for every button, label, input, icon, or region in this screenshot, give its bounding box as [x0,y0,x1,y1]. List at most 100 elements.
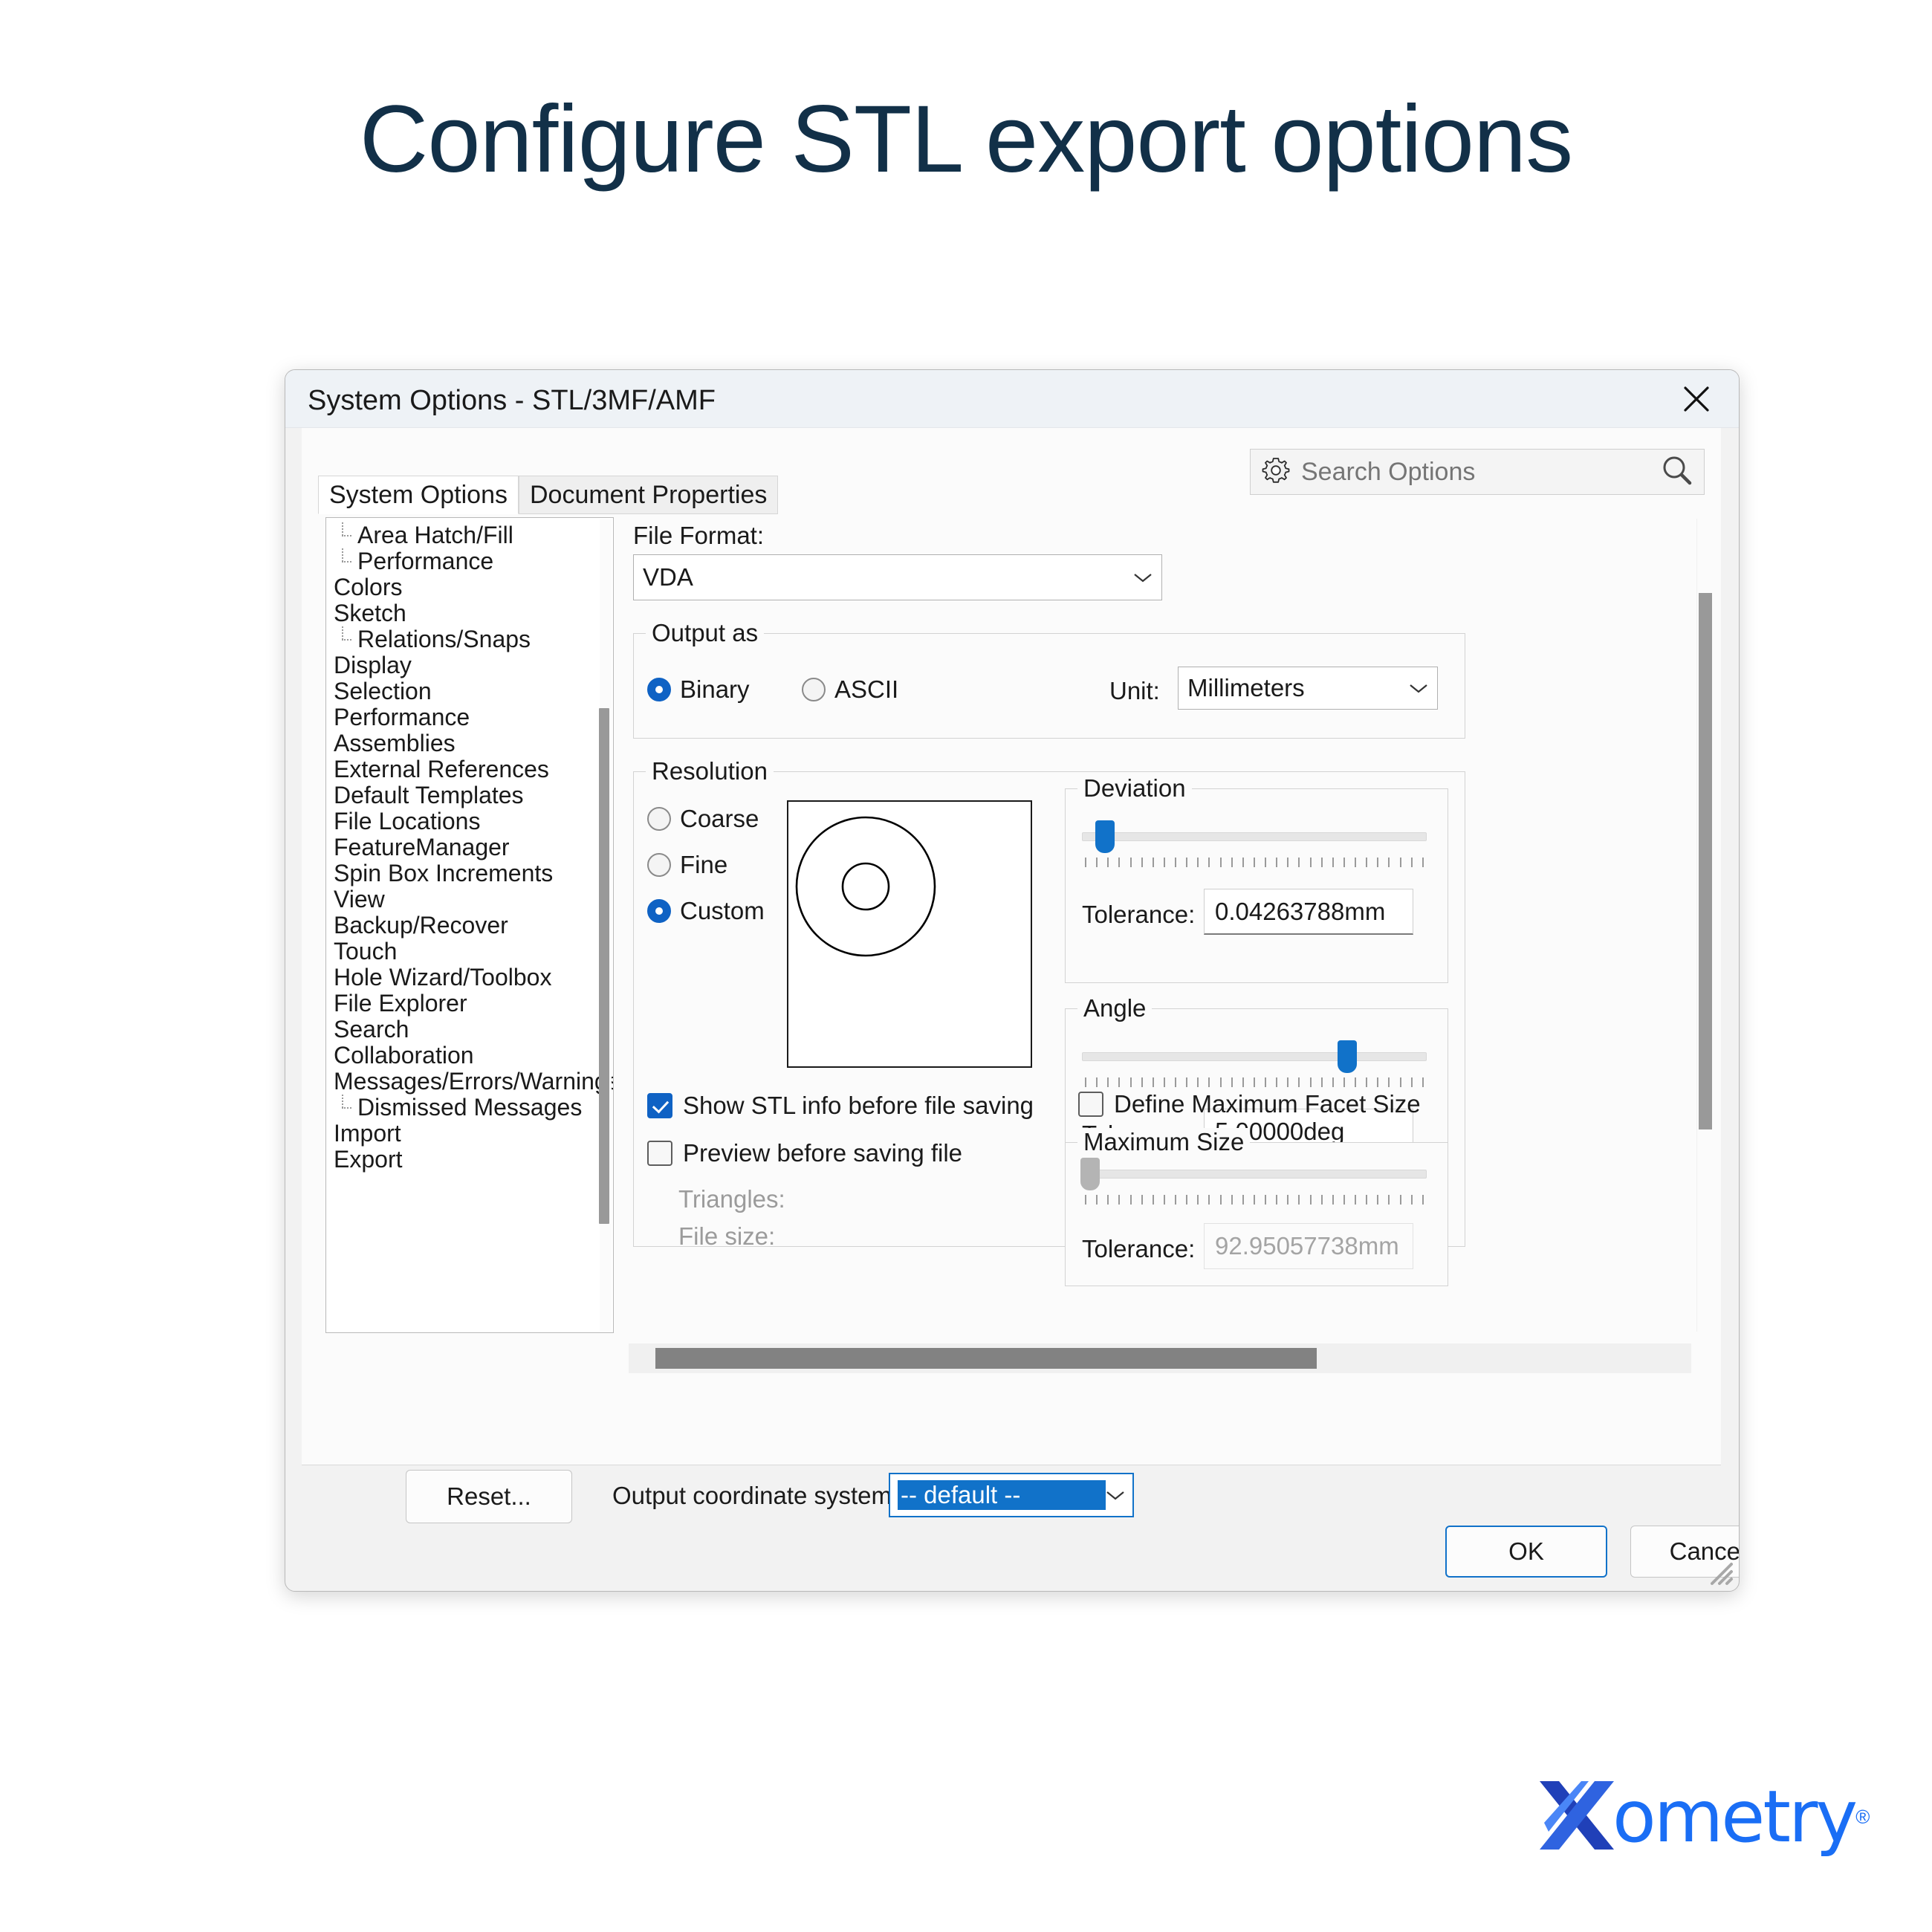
tree-item[interactable]: Touch [326,939,613,965]
tree-item-label: Default Templates [334,782,524,808]
resize-grip-icon[interactable] [1702,1554,1734,1586]
checkbox-show-stl-info-label: Show STL info before file saving [683,1092,1034,1119]
tree-scrollbar-track[interactable] [599,519,612,1331]
tree-item[interactable]: Export [326,1147,613,1173]
checkbox-preview-before-save-indicator [647,1141,672,1166]
tree-item[interactable]: Messages/Errors/Warnings [326,1069,613,1095]
reset-button[interactable]: Reset... [406,1470,572,1523]
tab-document-properties-label: Document Properties [529,480,768,509]
radio-custom[interactable]: Custom [647,897,765,925]
search-icon[interactable] [1659,453,1695,492]
output-coordinate-system-select[interactable]: -- default -- [889,1473,1134,1517]
page-root: Configure STL export options System Opti… [0,0,1932,1932]
maximum-size-slider-thumb[interactable] [1080,1158,1100,1190]
tree-item[interactable]: File Locations [326,808,613,834]
deviation-slider-thumb[interactable] [1095,820,1115,853]
radio-fine-label: Fine [680,851,728,878]
tree-item[interactable]: Dismissed Messages [326,1095,613,1121]
options-tree-list: Area Hatch/Fill Performance Colors Sketc… [326,522,613,1173]
page-title: Configure STL export options [359,86,1573,192]
close-button[interactable] [1667,377,1725,421]
tree-item[interactable]: Sketch [326,600,613,626]
radio-ascii-label: ASCII [834,675,899,703]
chevron-down-icon [1410,684,1427,693]
tree-item-label: Relations/Snaps [357,626,531,652]
file-format-value: VDA [643,563,693,591]
resolution-preview [787,800,1032,1068]
deviation-tolerance-input[interactable]: 0.04263788mm [1204,889,1413,935]
tree-item[interactable]: FeatureManager [326,834,613,860]
search-input[interactable]: Search Options [1301,458,1659,487]
tree-item[interactable]: Search [326,1017,613,1043]
tree-item-label: Performance [334,704,470,730]
tree-item[interactable]: Performance [326,548,613,574]
ok-button-label: OK [1508,1537,1544,1565]
search-options-box[interactable]: Search Options [1250,449,1705,495]
content-hscrollbar-track[interactable] [629,1343,1691,1373]
radio-fine[interactable]: Fine [647,851,727,879]
tree-item[interactable]: Relations/Snaps [326,626,613,652]
file-size-label: File size: [678,1222,776,1250]
tree-item-label: Hole Wizard/Toolbox [334,964,552,991]
maximum-size-slider-track[interactable] [1082,1170,1427,1179]
unit-select[interactable]: Millimeters [1178,667,1438,710]
checkbox-preview-before-save[interactable]: Preview before saving file [647,1139,962,1167]
tree-item[interactable]: Selection [326,678,613,704]
chevron-down-icon [1134,573,1152,582]
tree-item-label: View [334,886,385,912]
tree-item[interactable]: External References [326,756,613,782]
tree-item-label: Backup/Recover [334,912,508,939]
radio-coarse[interactable]: Coarse [647,805,759,833]
maximum-size-slider-ticks [1085,1195,1424,1205]
deviation-slider-track[interactable] [1082,832,1427,841]
content-scrollbar-thumb[interactable] [1699,593,1712,1129]
tree-item[interactable]: Hole Wizard/Toolbox [326,965,613,991]
tree-item[interactable]: Display [326,652,613,678]
tree-item-label: Area Hatch/Fill [357,522,513,548]
checkbox-show-stl-info-indicator [647,1093,672,1118]
tree-scrollbar-thumb[interactable] [599,708,609,1224]
dialog-title: System Options - STL/3MF/AMF [308,385,716,416]
tab-document-properties[interactable]: Document Properties [518,476,779,514]
tree-item[interactable]: Assemblies [326,730,613,756]
maximum-size-tolerance-label: Tolerance: [1082,1235,1196,1262]
angle-slider-track[interactable] [1082,1052,1427,1061]
radio-ascii[interactable]: ASCII [802,675,898,704]
xometry-wordmark: ometry [1612,1775,1858,1858]
tree-item[interactable]: Default Templates [326,782,613,808]
tree-item[interactable]: Colors [326,574,613,600]
output-coordinate-system-label: Output coordinate system: [612,1482,899,1509]
output-as-group: Output as Binary ASCII Unit: Millimeters [633,619,1465,739]
maximum-size-group: Maximum Size Tolerance: 92.95057738mm [1065,1128,1448,1286]
tree-item[interactable]: Performance [326,704,613,730]
resolution-title: Resolution [646,757,774,785]
tree-item-label: Search [334,1016,409,1043]
tree-item[interactable]: View [326,886,613,912]
tree-item-label: File Locations [334,808,481,834]
file-format-select[interactable]: VDA [633,554,1162,600]
tree-item[interactable]: Collaboration [326,1043,613,1069]
tab-system-options[interactable]: System Options [318,476,519,514]
deviation-tolerance-label: Tolerance: [1082,901,1196,928]
content-hscrollbar-thumb[interactable] [655,1348,1317,1369]
chevron-down-icon [1106,1491,1124,1500]
file-format-label: File Format: [633,522,765,549]
tab-bar: System Options Document Properties [318,476,779,514]
xometry-logo: ometry ® [1537,1775,1870,1858]
checkbox-show-stl-info[interactable]: Show STL info before file saving [647,1092,1034,1120]
tree-item-label: Selection [334,678,432,704]
dialog-titlebar: System Options - STL/3MF/AMF [285,370,1739,428]
tree-item[interactable]: File Explorer [326,991,613,1017]
tree-item[interactable]: Backup/Recover [326,912,613,939]
tree-item[interactable]: Spin Box Increments [326,860,613,886]
tree-item[interactable]: Area Hatch/Fill [326,522,613,548]
tree-item-label: Dismissed Messages [357,1094,583,1121]
checkbox-define-max-facet[interactable]: Define Maximum Facet Size [1078,1090,1421,1118]
angle-slider-thumb[interactable] [1338,1040,1357,1073]
reset-button-label: Reset... [447,1482,531,1510]
ok-button[interactable]: OK [1445,1526,1607,1578]
options-tree-panel: Area Hatch/Fill Performance Colors Sketc… [325,517,614,1333]
radio-binary[interactable]: Binary [647,675,750,704]
output-coordinate-system-value: -- default -- [898,1480,1106,1510]
tree-item[interactable]: Import [326,1121,613,1147]
